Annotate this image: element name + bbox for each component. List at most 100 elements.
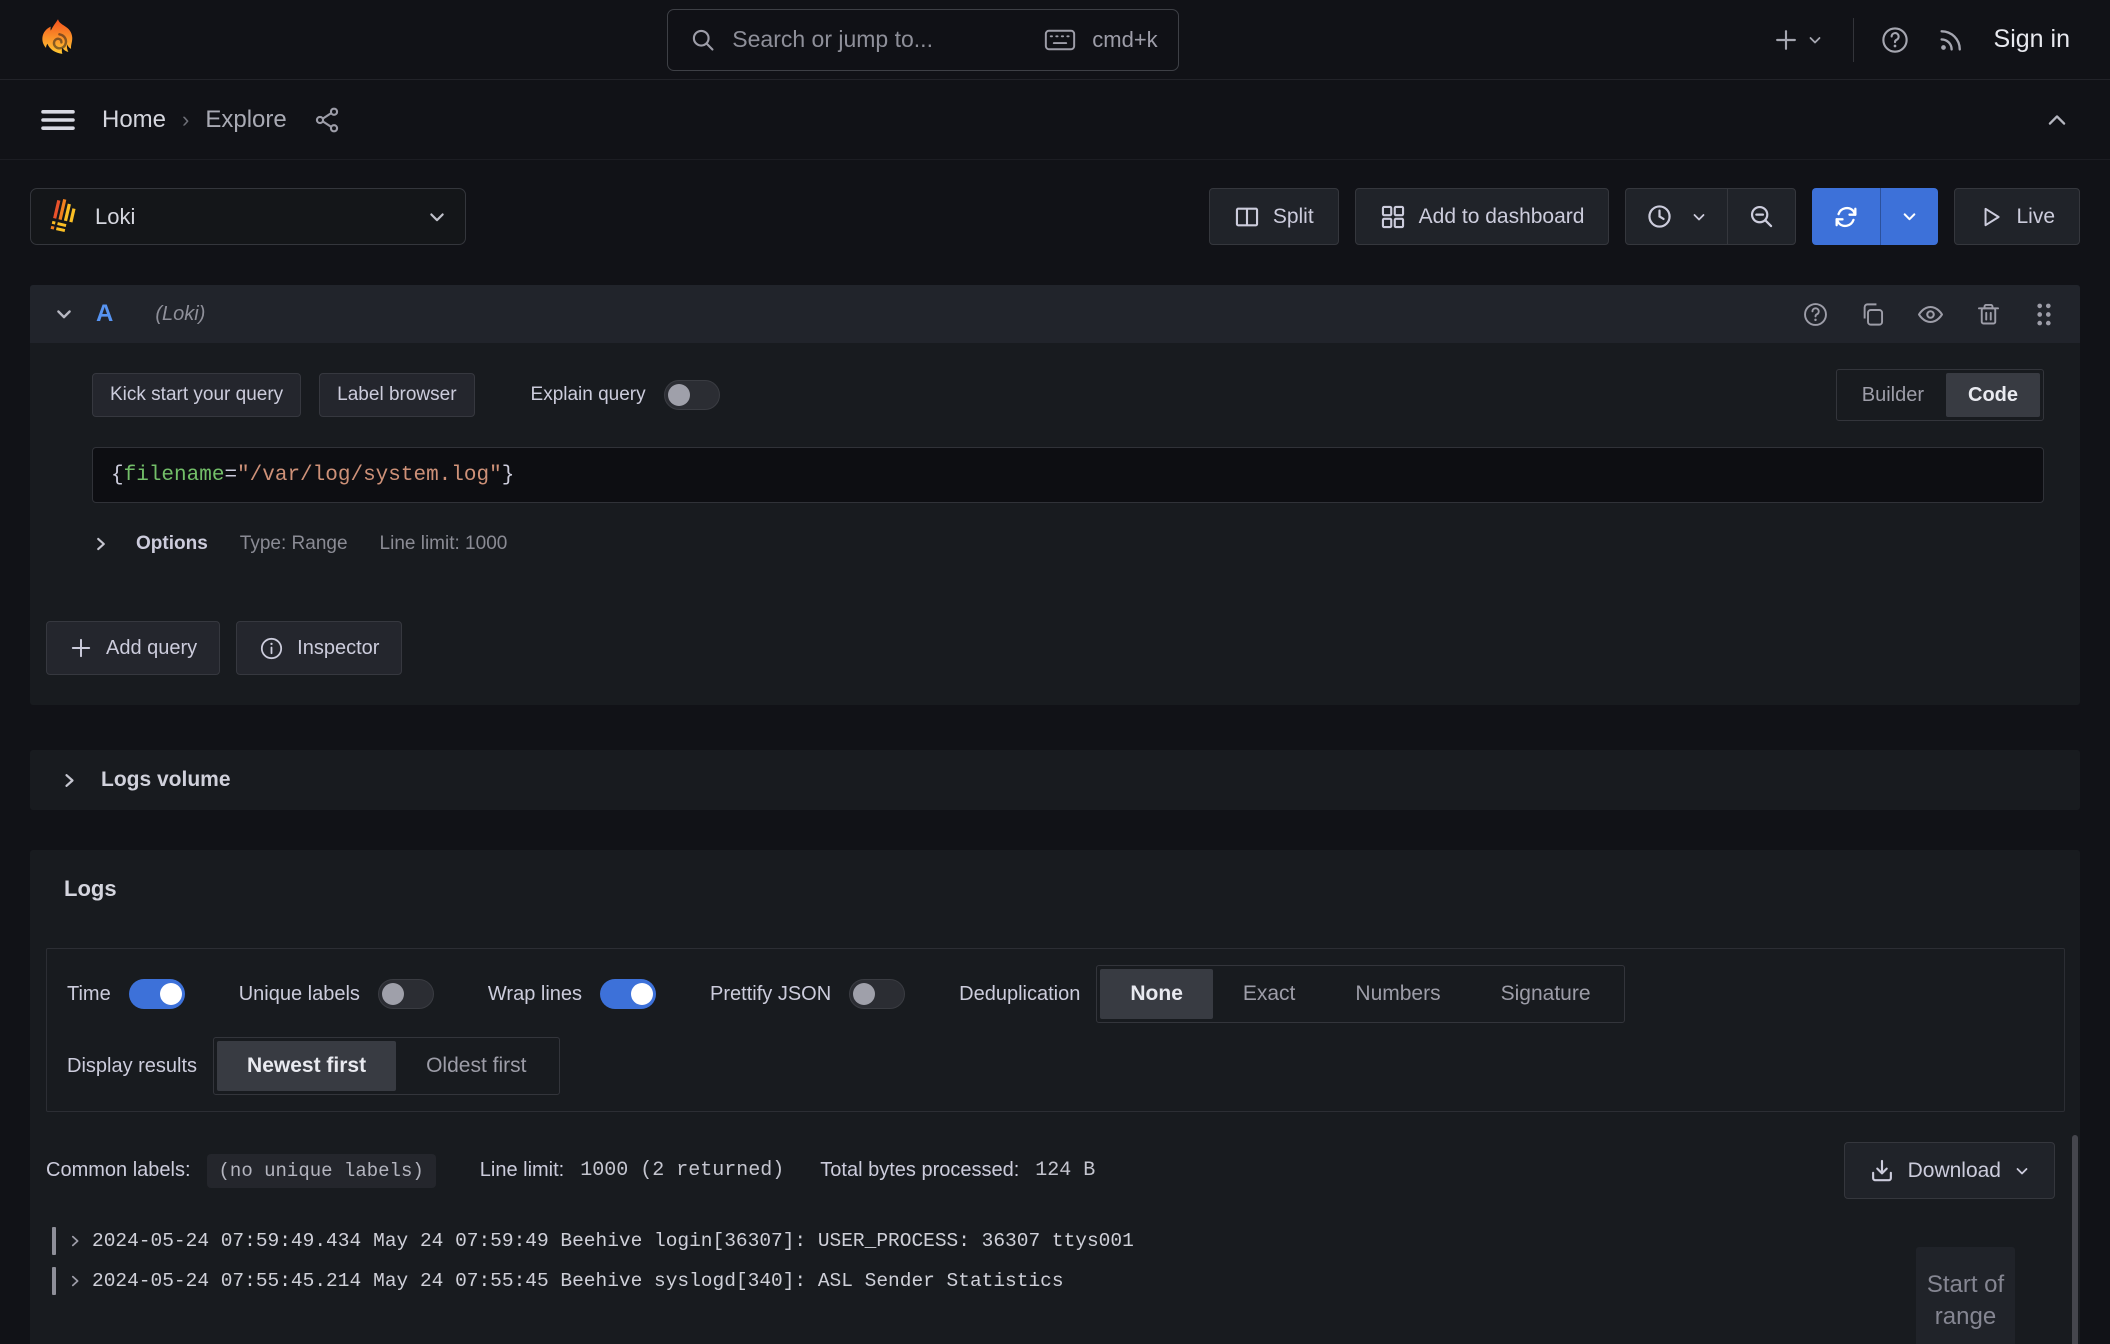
search-input[interactable] [732, 26, 1028, 53]
refresh-interval-dropdown[interactable] [1880, 188, 1938, 245]
grafana-logo-icon[interactable] [38, 17, 78, 63]
time-picker-group [1625, 188, 1796, 245]
explain-query-toggle[interactable] [664, 380, 720, 410]
add-query-button[interactable]: Add query [46, 621, 220, 675]
breadcrumb-home[interactable]: Home [102, 106, 166, 134]
apps-grid-icon [1380, 204, 1406, 230]
unique-labels-toggle[interactable] [378, 979, 434, 1009]
explore-toolbar: Loki Split Add to dashboard [30, 188, 2080, 245]
query-brace-close: } [502, 464, 515, 487]
topbar-right: Sign in [1769, 18, 2072, 62]
options-title: Options [136, 533, 208, 555]
menu-icon[interactable] [40, 105, 76, 135]
logs-scrollbar[interactable] [2072, 1135, 2078, 1344]
wrap-lines-toggle[interactable] [600, 979, 656, 1009]
order-option-oldest[interactable]: Oldest first [396, 1041, 556, 1091]
zoom-out-time-button[interactable] [1727, 189, 1795, 244]
add-to-dashboard-button[interactable]: Add to dashboard [1355, 188, 1610, 245]
query-options-row[interactable]: Options Type: Range Line limit: 1000 [92, 519, 2044, 569]
query-value-token: "/var/log/system.log" [237, 464, 502, 487]
query-editor-body: Kick start your query Label browser Expl… [30, 343, 2080, 569]
prettify-json-toggle[interactable] [849, 979, 905, 1009]
split-button[interactable]: Split [1209, 188, 1339, 245]
global-search-box[interactable]: cmd+k [667, 9, 1179, 71]
drag-handle-grip-icon[interactable] [2032, 301, 2056, 328]
deduplication-label: Deduplication [959, 983, 1080, 1006]
code-mode-option[interactable]: Code [1946, 373, 2040, 417]
logs-panel: Logs Time Unique labels Wrap lines Prett… [30, 850, 2080, 1344]
logs-controls-row-1: Time Unique labels Wrap lines Prettify J… [67, 965, 2044, 1023]
sign-in-link[interactable]: Sign in [1992, 21, 2072, 58]
label-browser-button[interactable]: Label browser [319, 373, 474, 417]
line-limit-value: 1000 (2 returned) [580, 1159, 784, 1182]
deduplication-group: None Exact Numbers Signature [1096, 965, 1624, 1023]
add-to-dashboard-label: Add to dashboard [1419, 205, 1585, 229]
dedup-option-exact[interactable]: Exact [1213, 969, 1326, 1019]
add-query-label: Add query [106, 637, 197, 660]
time-picker-button[interactable] [1626, 189, 1727, 244]
search-minus-icon [1748, 203, 1775, 230]
order-option-newest[interactable]: Newest first [217, 1041, 396, 1091]
news-rss-icon[interactable] [1936, 25, 1966, 55]
top-bar: cmd+k Sign in [0, 0, 2110, 80]
disable-query-eye-icon[interactable] [1916, 300, 1945, 329]
log-row[interactable]: 2024-05-24 07:55:45.214 May 24 07:55:45 … [52, 1261, 2080, 1301]
log-row[interactable]: 2024-05-24 07:59:49.434 May 24 07:59:49 … [52, 1221, 2080, 1261]
toolbar-actions: Split Add to dashboard [1209, 188, 2080, 245]
chevron-up-icon[interactable] [2044, 107, 2070, 133]
time-toggle[interactable] [129, 979, 185, 1009]
datasource-picker[interactable]: Loki [30, 188, 466, 245]
split-icon [1234, 204, 1260, 230]
inspector-button[interactable]: Inspector [236, 621, 402, 675]
log-message: May 24 07:55:45 Beehive syslogd[340]: AS… [373, 1270, 1063, 1292]
logs-volume-section[interactable]: Logs volume [30, 750, 2080, 810]
share-icon[interactable] [313, 106, 341, 134]
live-label: Live [2016, 205, 2055, 229]
live-button[interactable]: Live [1954, 188, 2080, 245]
loki-logo-icon [49, 199, 79, 235]
duplicate-query-icon[interactable] [1859, 301, 1886, 328]
plus-icon [1773, 27, 1799, 53]
delete-query-trash-icon[interactable] [1975, 301, 2002, 328]
help-icon[interactable] [1802, 301, 1829, 328]
chevron-right-icon [60, 771, 79, 790]
breadcrumb: Home › Explore [102, 106, 341, 134]
editor-mode-group: Builder Code [1836, 369, 2044, 421]
dedup-option-none[interactable]: None [1100, 969, 1213, 1019]
builder-mode-option[interactable]: Builder [1840, 373, 1946, 417]
wrap-lines-toggle-label: Wrap lines [488, 983, 582, 1006]
log-message: May 24 07:59:49 Beehive login[36307]: US… [373, 1230, 1134, 1252]
grafana-explore-page: cmd+k Sign in [0, 0, 2110, 1344]
query-ref-id: A [96, 300, 113, 328]
unique-labels-toggle-label: Unique labels [239, 983, 360, 1006]
log-timestamp: 2024-05-24 07:55:45.214 [92, 1270, 361, 1292]
play-icon [1979, 205, 2003, 229]
run-query-button[interactable] [1812, 188, 1880, 245]
dedup-option-numbers[interactable]: Numbers [1325, 969, 1470, 1019]
chevron-down-icon [2014, 1163, 2030, 1179]
chevron-down-icon [1691, 209, 1707, 225]
log-rows-list: 2024-05-24 07:59:49.434 May 24 07:59:49 … [52, 1221, 2080, 1301]
kick-start-query-button[interactable]: Kick start your query [92, 373, 301, 417]
query-code-input[interactable]: {filename="/var/log/system.log"} [92, 447, 2044, 503]
dedup-option-signature[interactable]: Signature [1471, 969, 1621, 1019]
label-browser-label: Label browser [337, 384, 456, 406]
time-toggle-label: Time [67, 983, 111, 1006]
start-of-range-button[interactable]: Start of range [1916, 1247, 2015, 1344]
options-type: Type: Range [240, 533, 348, 555]
chevron-down-icon [1807, 32, 1823, 48]
search-shortcut: cmd+k [1092, 27, 1157, 53]
clock-icon [1646, 203, 1673, 230]
explain-query-label: Explain query [531, 384, 646, 406]
chevron-down-icon [427, 207, 447, 227]
split-label: Split [1273, 205, 1314, 229]
query-row-header[interactable]: A (Loki) [30, 285, 2080, 343]
topbar-center: cmd+k [78, 9, 1769, 71]
log-timestamp: 2024-05-24 07:59:49.434 [92, 1230, 361, 1252]
chevron-right-icon [68, 1234, 82, 1248]
download-button[interactable]: Download [1844, 1142, 2055, 1199]
explore-content: Loki Split Add to dashboard [0, 188, 2110, 1344]
new-menu-button[interactable] [1769, 21, 1827, 59]
line-limit-label: Line limit: [480, 1159, 564, 1182]
help-icon[interactable] [1880, 25, 1910, 55]
